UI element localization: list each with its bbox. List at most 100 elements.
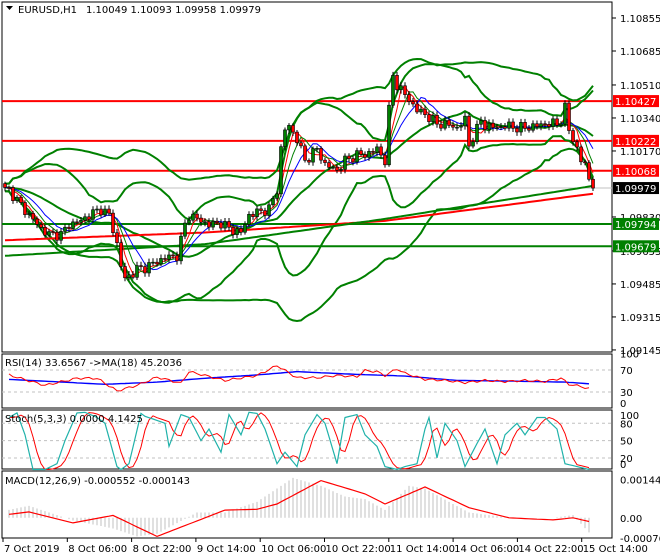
candle-bear[interactable] (51, 231, 55, 233)
candle-bear[interactable] (587, 162, 591, 180)
candle-bear[interactable] (111, 212, 115, 234)
candle-bear[interactable] (307, 159, 311, 163)
candle-bear[interactable] (527, 128, 531, 131)
candle-bear[interactable] (591, 178, 595, 189)
candle-bull[interactable] (247, 213, 251, 225)
candle-bear[interactable] (39, 224, 43, 228)
candle-bear[interactable] (263, 210, 267, 216)
candle-bull[interactable] (91, 209, 95, 220)
candle-bear[interactable] (299, 142, 303, 147)
candle-bull[interactable] (103, 208, 107, 216)
candle-bear[interactable] (411, 101, 415, 105)
candle-bull[interactable] (431, 115, 435, 122)
candle-bear[interactable] (547, 124, 551, 127)
candle-bull[interactable] (367, 151, 371, 158)
candle-bull[interactable] (375, 146, 379, 153)
candle-bull[interactable] (443, 119, 447, 129)
candle-bear[interactable] (407, 94, 411, 102)
candle-bear[interactable] (579, 146, 583, 163)
candle-bull[interactable] (519, 122, 523, 133)
candle-bear[interactable] (199, 217, 203, 223)
candle-bear[interactable] (7, 187, 11, 189)
candle-bear[interactable] (99, 208, 103, 216)
candle-bull[interactable] (463, 115, 467, 127)
candle-bear[interactable] (435, 115, 439, 125)
candle-bull[interactable] (267, 204, 271, 216)
candle-bear[interactable] (363, 154, 367, 158)
candle-bear[interactable] (575, 141, 579, 148)
candle-bear[interactable] (55, 231, 59, 241)
candle-bear[interactable] (131, 274, 135, 278)
candle-bear[interactable] (295, 131, 299, 144)
candle-bear[interactable] (439, 123, 443, 129)
candle-bull[interactable] (71, 221, 75, 229)
candle-bear[interactable] (567, 102, 571, 131)
candle-bull[interactable] (475, 123, 479, 143)
candle-bear[interactable] (467, 115, 471, 147)
candle-bull[interactable] (211, 220, 215, 228)
candle-bear[interactable] (35, 218, 39, 225)
candle-bull[interactable] (283, 129, 287, 147)
price-panel[interactable]: 1.108551.106851.105101.103401.101701.098… (2, 14, 660, 357)
candle-bear[interactable] (123, 266, 127, 279)
candle-bear[interactable] (351, 158, 355, 163)
candle-bull[interactable] (27, 213, 31, 215)
candle-bear[interactable] (67, 226, 71, 229)
candle-bull[interactable] (95, 208, 99, 211)
candle-bear[interactable] (87, 216, 91, 220)
candle-bull[interactable] (287, 125, 291, 131)
candle-bull[interactable] (391, 75, 395, 106)
candle-bull[interactable] (495, 127, 499, 129)
candle-bear[interactable] (195, 213, 199, 219)
candle-bull[interactable] (399, 85, 403, 91)
candle-bull[interactable] (79, 220, 83, 223)
candle-bull[interactable] (271, 198, 275, 206)
candle-bull[interactable] (203, 221, 207, 224)
candle-bull[interactable] (339, 169, 343, 171)
candle-bull[interactable] (187, 219, 191, 224)
candle-bull[interactable] (455, 126, 459, 129)
candle-bull[interactable] (183, 222, 187, 237)
candle-bull[interactable] (59, 231, 63, 241)
candle-bear[interactable] (555, 118, 559, 126)
triangle-down-icon[interactable] (6, 6, 13, 10)
candle-bull[interactable] (127, 274, 131, 279)
candle-bear[interactable] (259, 208, 263, 211)
candle-bull[interactable] (459, 125, 463, 128)
candle-bear[interactable] (319, 148, 323, 161)
candle-bear[interactable] (335, 166, 339, 171)
candle-bear[interactable] (171, 254, 175, 257)
candle-bear[interactable] (215, 220, 219, 223)
candle-bear[interactable] (347, 155, 351, 159)
candle-bull[interactable] (15, 196, 19, 201)
candle-bull[interactable] (507, 121, 511, 129)
candle-bear[interactable] (515, 127, 519, 133)
candle-bull[interactable] (539, 123, 543, 127)
candle-bear[interactable] (483, 120, 487, 130)
candle-bear[interactable] (571, 130, 575, 143)
candle-bear[interactable] (383, 154, 387, 166)
candle-bull[interactable] (159, 258, 163, 265)
candle-bear[interactable] (11, 187, 15, 201)
candle-bull[interactable] (135, 265, 139, 278)
candle-bear[interactable] (535, 123, 539, 127)
candle-bear[interactable] (523, 122, 527, 129)
candle-bear[interactable] (583, 161, 587, 164)
candle-bull[interactable] (559, 123, 563, 126)
candle-bull[interactable] (147, 262, 151, 274)
candle-bear[interactable] (303, 145, 307, 161)
candle-bull[interactable] (471, 141, 475, 147)
candle-bear[interactable] (155, 261, 159, 265)
candle-bull[interactable] (47, 231, 51, 236)
candle-bear[interactable] (427, 114, 431, 122)
candle-bull[interactable] (311, 148, 315, 163)
candle-bear[interactable] (119, 242, 123, 267)
candle-bear[interactable] (323, 159, 327, 163)
candle-bear[interactable] (231, 226, 235, 235)
candle-bear[interactable] (327, 162, 331, 168)
candle-bull[interactable] (179, 235, 183, 262)
candle-bear[interactable] (175, 255, 179, 262)
candle-bull[interactable] (479, 120, 483, 125)
candle-bull[interactable] (279, 146, 283, 195)
candle-bull[interactable] (387, 104, 391, 166)
